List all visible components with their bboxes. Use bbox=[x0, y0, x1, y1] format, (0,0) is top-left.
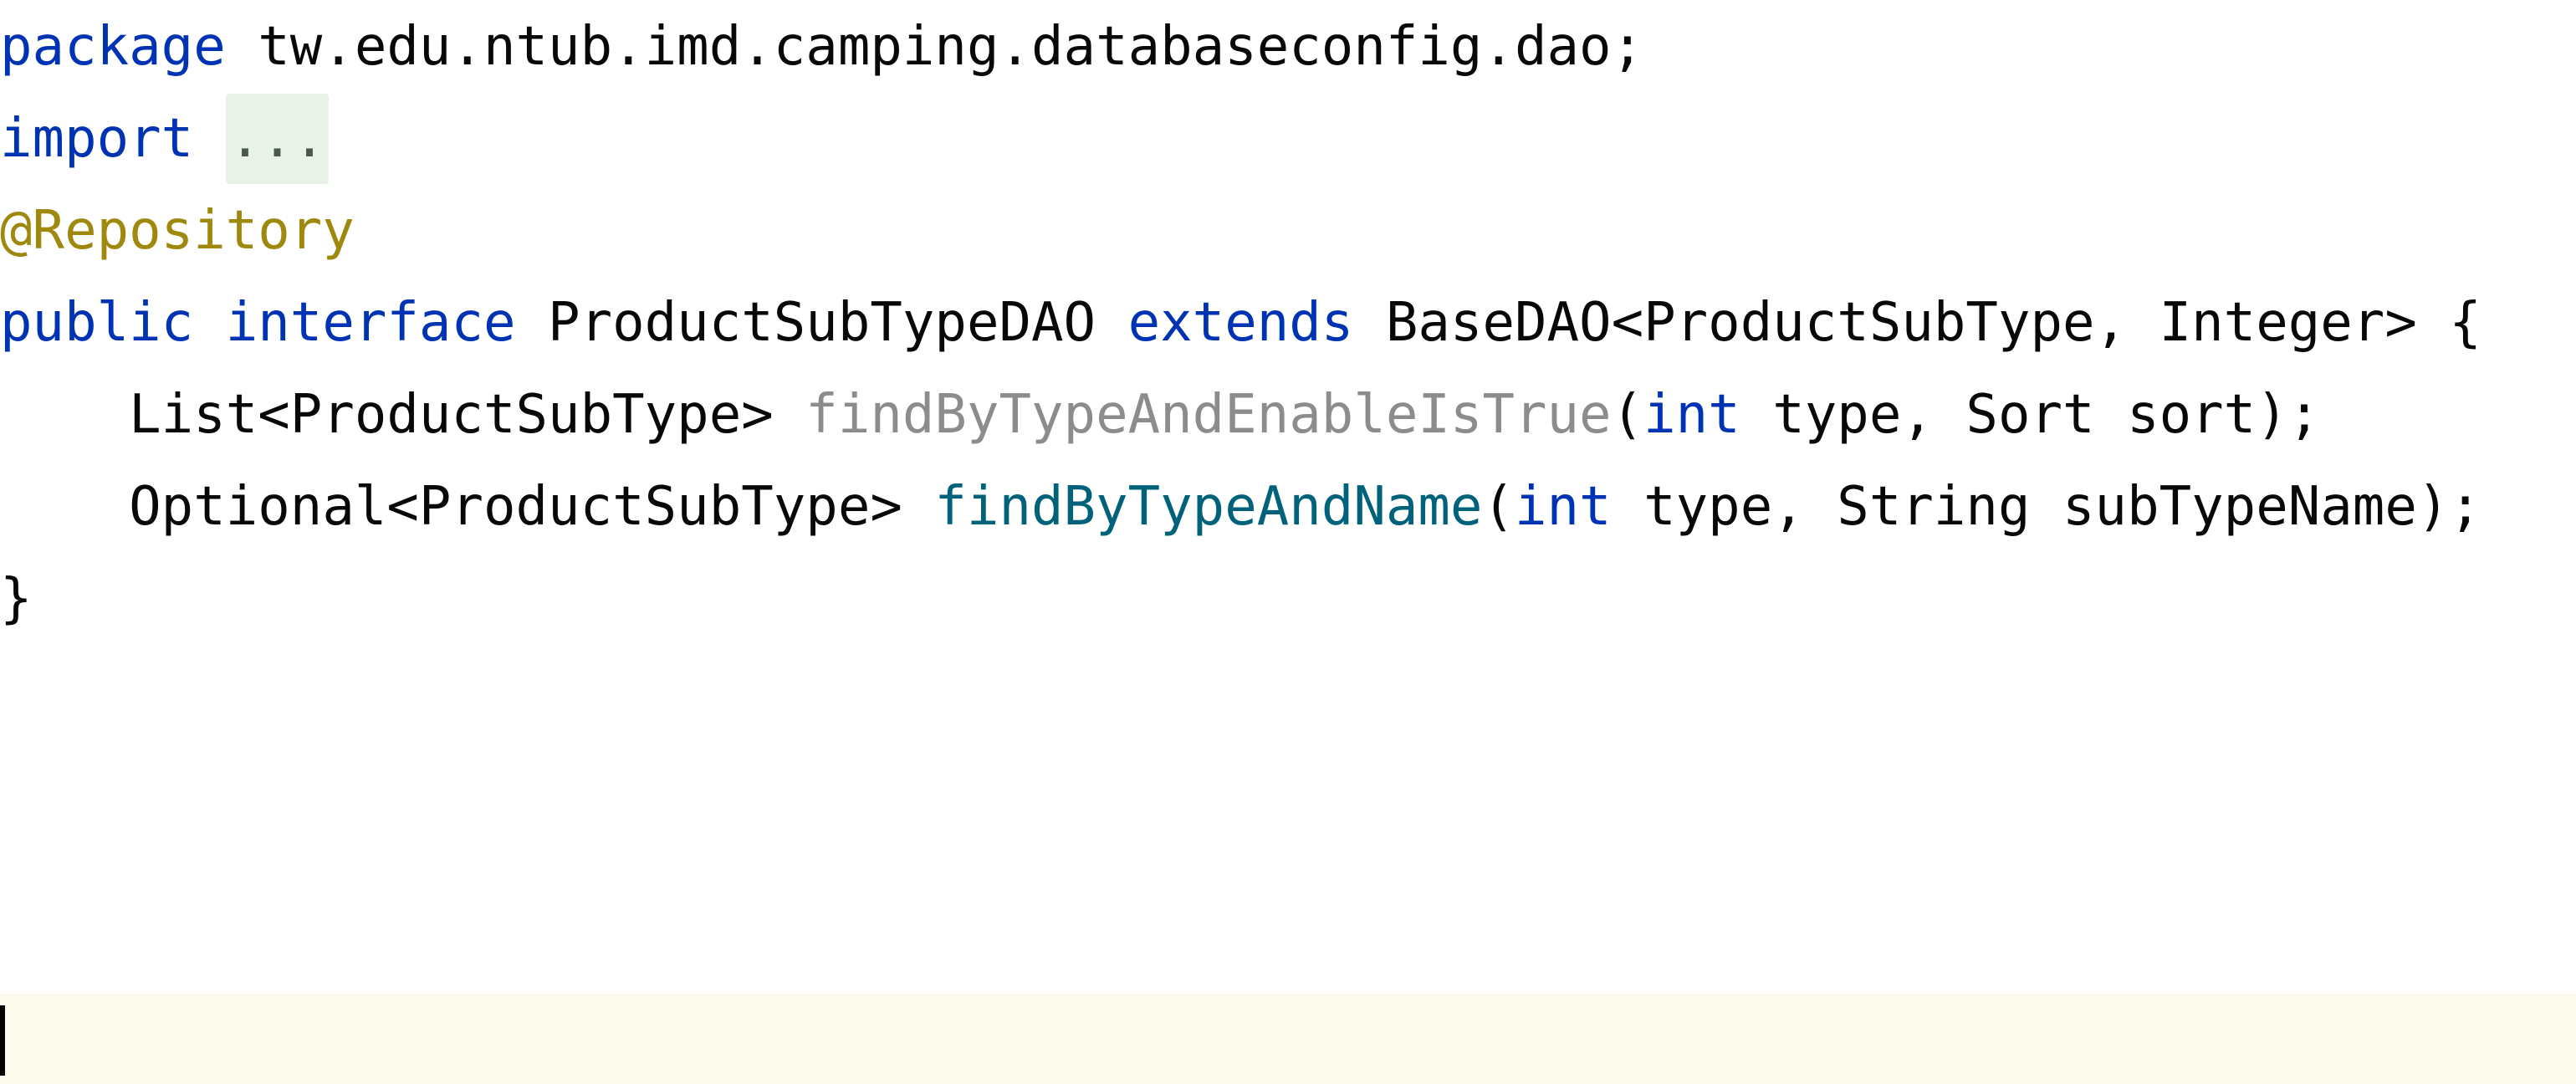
package-line[interactable]: package tw.edu.ntub.imd.camping.database… bbox=[0, 2, 2576, 92]
repository-annotation: @Repository bbox=[0, 200, 355, 262]
open-brace: { bbox=[2449, 292, 2481, 354]
method-name-find-by-type-and-enable: findByTypeAndEnableIsTrue bbox=[805, 384, 1612, 446]
int-keyword: int bbox=[1643, 384, 1740, 446]
package-semicolon: ; bbox=[1611, 16, 1644, 78]
return-type: Optional<ProductSubType> bbox=[129, 476, 902, 538]
interface-keyword: interface bbox=[225, 292, 516, 354]
closing-brace: } bbox=[0, 568, 33, 630]
code-editor[interactable]: package tw.edu.ntub.imd.camping.database… bbox=[0, 0, 2576, 1084]
package-name: tw.edu.ntub.imd.camping.databaseconfig.d… bbox=[258, 16, 1612, 78]
interface-name: ProductSubTypeDAO bbox=[548, 292, 1096, 354]
method-line-find-by-name[interactable]: Optional<ProductSubType> findByTypeAndNa… bbox=[0, 462, 2576, 552]
open-paren: ( bbox=[1482, 476, 1515, 538]
return-type: List<ProductSubType> bbox=[129, 384, 774, 446]
closing-brace-line[interactable]: } bbox=[0, 554, 2576, 644]
parameters: type, Sort sort); bbox=[1772, 384, 2321, 446]
method-name-find-by-type-and-name: findByTypeAndName bbox=[934, 476, 1483, 538]
annotation-line[interactable]: @Repository bbox=[0, 186, 2576, 276]
int-keyword: int bbox=[1514, 476, 1612, 538]
interface-declaration-line[interactable]: public interface ProductSubTypeDAO exten… bbox=[0, 278, 2576, 368]
package-keyword: package bbox=[0, 16, 226, 78]
folded-imports[interactable]: ... bbox=[225, 94, 330, 184]
extends-keyword: extends bbox=[1127, 292, 1354, 354]
import-keyword: import bbox=[0, 108, 194, 170]
parameters: type, String subTypeName); bbox=[1643, 476, 2481, 538]
open-paren: ( bbox=[1611, 384, 1644, 446]
text-caret bbox=[0, 1005, 5, 1076]
current-line-highlight[interactable] bbox=[0, 994, 2576, 1084]
public-keyword: public bbox=[0, 292, 194, 354]
method-line-find-enabled[interactable]: List<ProductSubType> findByTypeAndEnable… bbox=[0, 370, 2576, 460]
import-line[interactable]: import ... bbox=[0, 94, 2576, 184]
parent-type: BaseDAO<ProductSubType, Integer> bbox=[1385, 292, 2417, 354]
